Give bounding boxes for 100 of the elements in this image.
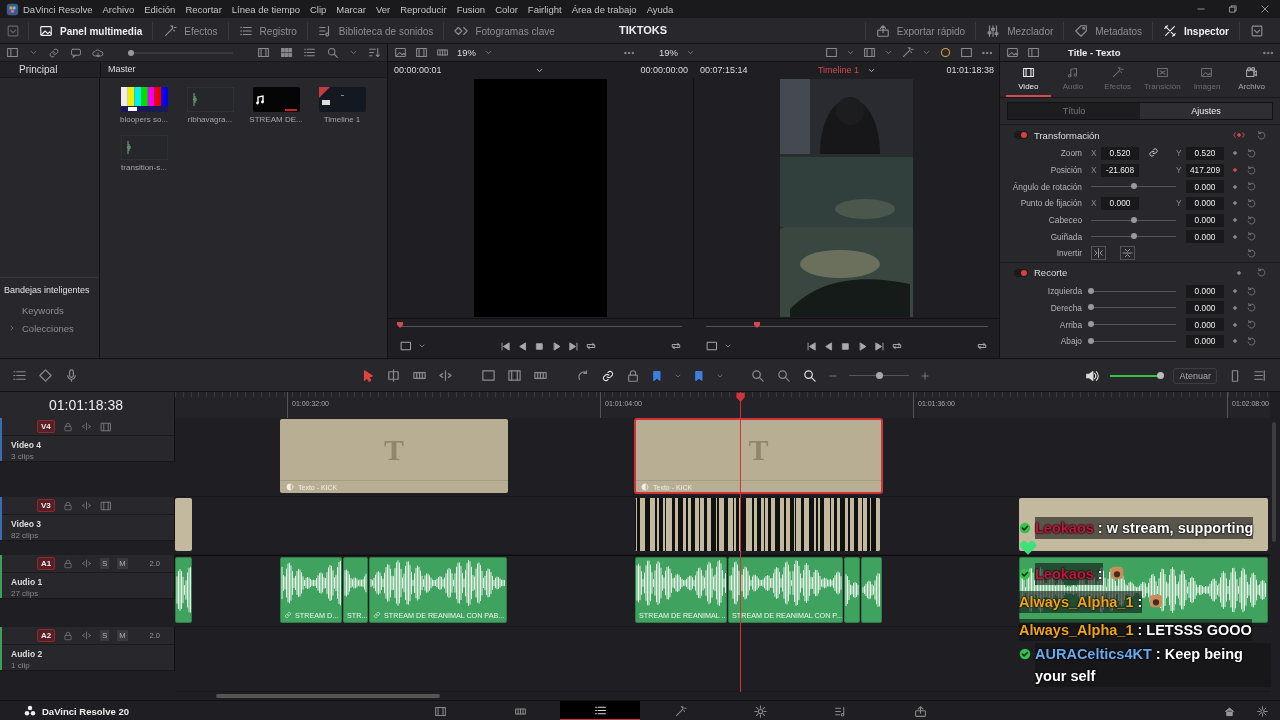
lock-icon[interactable]: [62, 500, 73, 511]
caret-icon[interactable]: [484, 48, 493, 57]
trim-icon[interactable]: [386, 368, 401, 383]
link-icon[interactable]: [601, 368, 615, 383]
attenuate-button[interactable]: Atenuar: [1173, 367, 1217, 384]
dropdown-icon[interactable]: [6, 24, 20, 38]
inspector-tab[interactable]: Video: [1006, 62, 1051, 97]
bin-item[interactable]: Keywords: [22, 304, 64, 316]
caret-icon[interactable]: [349, 48, 358, 57]
clip-thumbnail[interactable]: [186, 87, 234, 112]
image-icon[interactable]: [1006, 46, 1019, 59]
zoom-dropdown[interactable]: 19%: [659, 47, 678, 58]
reset-icon[interactable]: [1246, 181, 1257, 193]
reset-icon[interactable]: [1246, 231, 1257, 243]
subtab[interactable]: Título: [1008, 103, 1140, 119]
lock-icon[interactable]: [626, 368, 640, 383]
list-view-icon[interactable]: [303, 46, 316, 59]
audio-clip[interactable]: [1019, 557, 1268, 623]
menu-item[interactable]: Área de trabajo: [571, 3, 637, 15]
video-clip[interactable]: [175, 498, 192, 551]
track-badge[interactable]: A1: [37, 557, 56, 570]
zoom-in-icon[interactable]: [920, 370, 930, 381]
number-field[interactable]: 417.209: [1186, 163, 1224, 177]
skip-forward-icon[interactable]: [873, 340, 885, 352]
film-icon[interactable]: [436, 46, 449, 59]
panel-icon[interactable]: [1027, 46, 1040, 59]
loop-icon[interactable]: [890, 340, 903, 352]
chevron-icon[interactable]: [8, 324, 16, 332]
film-icon[interactable]: [99, 420, 112, 433]
zoom-custom-icon[interactable]: [802, 368, 817, 383]
number-field[interactable]: 0.000: [1186, 284, 1224, 298]
rewind-icon[interactable]: [516, 340, 528, 352]
toolbar-button[interactable]: Exportar rápido: [864, 22, 976, 40]
zoom-dropdown[interactable]: 19%: [457, 47, 476, 58]
toolbar-button[interactable]: Registro: [227, 22, 307, 40]
slider-thumb[interactable]: [1088, 287, 1094, 294]
stop-icon[interactable]: [533, 340, 545, 352]
number-field[interactable]: 0.000: [1186, 334, 1224, 348]
menu-item[interactable]: Fairlight: [527, 3, 562, 15]
panel-toggle-icon[interactable]: [6, 46, 19, 59]
timeline-options-icon[interactable]: [12, 368, 27, 383]
grid-view-icon[interactable]: [280, 46, 293, 59]
video-clip[interactable]: [1019, 498, 1268, 551]
skip-back-icon[interactable]: [805, 340, 817, 352]
marker-icon[interactable]: [693, 369, 705, 382]
bin-item[interactable]: Colecciones: [22, 322, 74, 334]
timeline-dropdown[interactable]: Timeline 1: [817, 65, 860, 75]
number-field[interactable]: 0.000: [1101, 196, 1139, 210]
number-field[interactable]: 0.000: [1186, 196, 1224, 210]
toolbar-button[interactable]: Metadatos: [1063, 22, 1152, 40]
number-field[interactable]: 0.520: [1101, 146, 1139, 160]
menu-item[interactable]: Color: [495, 3, 518, 15]
menu-item[interactable]: Recortar: [185, 3, 222, 15]
filmstrip-icon[interactable]: [257, 46, 270, 59]
close-icon[interactable]: [1260, 4, 1270, 14]
track-badge[interactable]: V3: [37, 499, 55, 512]
reset-icon[interactable]: [1246, 285, 1257, 297]
speaker-icon[interactable]: [1085, 368, 1100, 383]
toolbar-button[interactable]: Efectos: [152, 22, 228, 40]
chat-icon[interactable]: [70, 46, 82, 59]
slider-thumb[interactable]: [1130, 233, 1137, 240]
stop-icon[interactable]: [839, 340, 851, 352]
film-icon[interactable]: [415, 46, 428, 59]
menu-item[interactable]: Reproducir: [400, 3, 447, 15]
flip-horizontal-icon[interactable]: [1091, 246, 1106, 261]
keyframe-nav-icon[interactable]: [1230, 129, 1248, 141]
rewind-icon[interactable]: [822, 340, 834, 352]
slider-thumb[interactable]: [1088, 337, 1094, 344]
audio-clip[interactable]: [844, 557, 860, 623]
diamond-icon[interactable]: [38, 368, 53, 383]
reset-icon[interactable]: [1256, 267, 1267, 279]
clip-thumbnail[interactable]: [318, 87, 366, 112]
slider-thumb[interactable]: [1130, 183, 1137, 190]
menu-item[interactable]: Clip: [309, 3, 327, 15]
flip-vertical-icon[interactable]: [1120, 246, 1135, 261]
number-field[interactable]: -21.608: [1101, 163, 1139, 177]
caret-icon[interactable]: [724, 342, 732, 350]
view-mode-icon[interactable]: [706, 340, 718, 352]
enable-toggle[interactable]: [1014, 131, 1028, 139]
number-field[interactable]: 0.000: [1186, 301, 1224, 315]
lock-icon[interactable]: [63, 558, 74, 569]
page-tab[interactable]: [560, 701, 640, 720]
toolbar-button[interactable]: Inspector: [1152, 22, 1239, 40]
skip-forward-icon[interactable]: [567, 340, 579, 352]
screen-icon[interactable]: [960, 46, 973, 59]
reset-icon[interactable]: [1246, 302, 1257, 314]
caret-icon[interactable]: [686, 48, 695, 57]
reset-icon[interactable]: [1246, 319, 1257, 331]
caret-icon[interactable]: [418, 342, 426, 350]
playhead-marker-icon[interactable]: [396, 320, 404, 329]
view-mode-icon[interactable]: [400, 340, 412, 352]
microphone-icon[interactable]: [64, 368, 79, 383]
sort-icon[interactable]: [368, 46, 381, 59]
image-icon[interactable]: [394, 46, 407, 59]
skip-back-icon[interactable]: [499, 340, 511, 352]
number-field[interactable]: 0.520: [1186, 146, 1224, 160]
menu-item[interactable]: Ver: [375, 3, 391, 15]
loop-icon[interactable]: [976, 340, 988, 352]
enable-toggle[interactable]: [1014, 268, 1028, 277]
number-field[interactable]: 0.000: [1186, 180, 1224, 194]
